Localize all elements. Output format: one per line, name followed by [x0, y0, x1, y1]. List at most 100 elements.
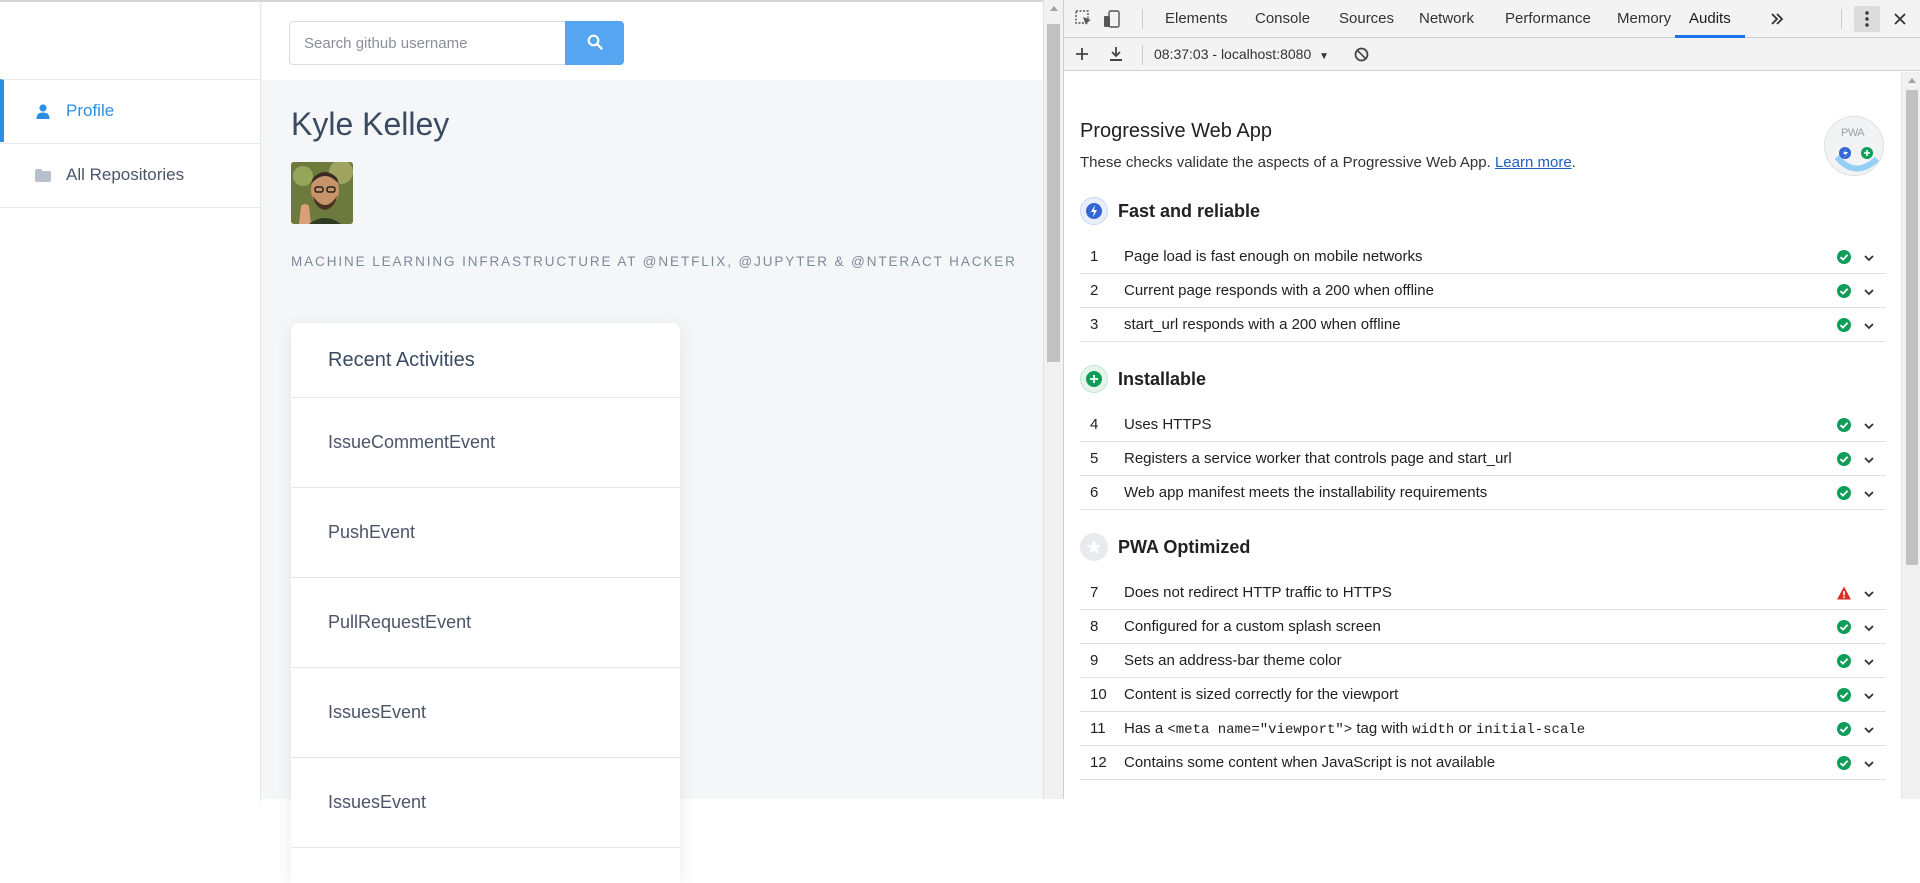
audit-label: Uses HTTPS — [1124, 416, 1212, 433]
chevron-down-icon[interactable] — [1863, 285, 1875, 297]
audit-number: 4 — [1090, 416, 1099, 433]
search-button[interactable] — [565, 21, 624, 65]
app-window: Profile All Repositories Kyle Kelley — [0, 0, 1043, 883]
chevron-down-icon[interactable] — [1863, 487, 1875, 499]
list-item[interactable]: IssueCommentEvent — [291, 398, 680, 488]
devtools-tabbar: Elements Console Sources Network Perform… — [1064, 0, 1920, 38]
sidebar-divider — [0, 207, 260, 208]
profile-name: Kyle Kelley — [291, 106, 450, 142]
report-selector[interactable]: 08:37:03 - localhost:8080 ▼ — [1154, 46, 1329, 62]
pass-check-icon — [1836, 755, 1852, 771]
chevron-down-icon[interactable] — [1863, 319, 1875, 331]
audit-row[interactable]: 12 Contains some content when JavaScript … — [1080, 746, 1886, 780]
chevron-down-icon[interactable] — [1863, 251, 1875, 263]
tab-performance[interactable]: Performance — [1505, 0, 1591, 38]
tab-console[interactable]: Console — [1255, 0, 1310, 38]
audit-row[interactable]: 8 Configured for a custom splash screen — [1080, 610, 1886, 644]
audit-row[interactable]: 9 Sets an address-bar theme color — [1080, 644, 1886, 678]
audit-label: Contains some content when JavaScript is… — [1124, 754, 1496, 771]
learn-more-link[interactable]: Learn more — [1495, 154, 1572, 171]
group-title: PWA Optimized — [1118, 536, 1251, 557]
audit-number: 9 — [1090, 652, 1099, 669]
audit-row[interactable]: 3 start_url responds with a 200 when offl… — [1080, 308, 1886, 342]
sidebar-item-all-repositories[interactable]: All Repositories — [0, 143, 260, 206]
audit-number: 8 — [1090, 618, 1099, 635]
audit-row[interactable]: 11 Has a <meta name="viewport"> tag with … — [1080, 712, 1886, 746]
sidebar-item-label: All Repositories — [66, 165, 185, 184]
close-icon[interactable] — [1890, 9, 1910, 29]
audit-label: Configured for a custom splash screen — [1124, 618, 1381, 635]
scrollbar-thumb[interactable] — [1906, 90, 1918, 565]
group-title: Installable — [1118, 368, 1207, 389]
pass-check-icon — [1836, 687, 1852, 703]
audit-label: Registers a service worker that controls… — [1124, 450, 1512, 467]
sidebar-item-label: Profile — [66, 101, 115, 120]
star-icon — [1080, 533, 1108, 561]
pass-check-icon — [1836, 619, 1852, 635]
inspect-element-icon[interactable] — [1074, 9, 1094, 29]
user-icon — [35, 103, 51, 119]
more-tabs-icon[interactable] — [1767, 9, 1787, 29]
tab-elements[interactable]: Elements — [1165, 0, 1228, 38]
plus-icon[interactable] — [1072, 44, 1092, 64]
device-toolbar-icon[interactable] — [1102, 9, 1122, 29]
audit-row[interactable]: 1 Page load is fast enough on mobile netw… — [1080, 240, 1886, 274]
report-scrollbar[interactable] — [1901, 72, 1920, 799]
chevron-down-icon[interactable] — [1863, 453, 1875, 465]
audit-number: 12 — [1090, 754, 1107, 771]
audit-label: Current page responds with a 200 when of… — [1124, 282, 1434, 299]
audit-number: 5 — [1090, 450, 1099, 467]
chevron-down-icon[interactable] — [1863, 419, 1875, 431]
group-title: Fast and reliable — [1118, 200, 1261, 221]
audit-number: 3 — [1090, 316, 1099, 333]
audit-group-fast-and-reliable: Fast and reliable 1 Page load is fast eno… — [1080, 196, 1886, 342]
dropdown-arrow-icon: ▼ — [1319, 51, 1330, 62]
audit-row[interactable]: 7 Does not redirect HTTP traffic to HTTPS — [1080, 576, 1886, 610]
description-text: These checks validate the aspects of a P… — [1080, 154, 1491, 171]
audit-row[interactable]: 6 Web app manifest meets the installabili… — [1080, 476, 1886, 510]
tab-memory[interactable]: Memory — [1617, 0, 1671, 38]
clear-icon[interactable] — [1351, 44, 1371, 64]
sidebar-item-profile[interactable]: Profile — [0, 79, 260, 142]
search-input[interactable] — [289, 21, 567, 65]
chevron-down-icon[interactable] — [1863, 689, 1875, 701]
audit-label-text: or — [1454, 719, 1476, 737]
kebab-menu-icon[interactable] — [1854, 6, 1880, 32]
audit-label: Web app manifest meets the installabilit… — [1124, 484, 1488, 501]
chevron-down-icon[interactable] — [1863, 621, 1875, 633]
folder-icon — [35, 167, 51, 183]
audit-label: Content is sized correctly for the viewp… — [1124, 686, 1399, 703]
tab-audits[interactable]: Audits — [1675, 0, 1745, 38]
scroll-up-arrow-icon[interactable] — [1050, 6, 1058, 11]
audit-row[interactable]: 5 Registers a service worker that control… — [1080, 442, 1886, 476]
pass-check-icon — [1836, 653, 1852, 669]
list-item[interactable]: PullRequestEvent — [291, 578, 680, 668]
tab-sources[interactable]: Sources — [1339, 0, 1394, 38]
profile-bio: MACHINE LEARNING INFRASTRUCTURE AT @NETF… — [291, 254, 1017, 269]
chevron-down-icon[interactable] — [1863, 587, 1875, 599]
audit-row[interactable]: 10 Content is sized correctly for the vie… — [1080, 678, 1886, 712]
pass-check-icon — [1836, 249, 1852, 265]
list-item[interactable]: PushEvent — [291, 488, 680, 578]
audit-row[interactable]: 2 Current page responds with a 200 when o… — [1080, 274, 1886, 308]
audit-row[interactable]: 4 Uses HTTPS — [1080, 408, 1886, 442]
pass-check-icon — [1836, 417, 1852, 433]
audit-label: Does not redirect HTTP traffic to HTTPS — [1124, 584, 1392, 601]
card-title: Recent Activities — [291, 323, 680, 398]
audit-label-text: Has a — [1124, 719, 1168, 737]
chevron-down-icon[interactable] — [1863, 757, 1875, 769]
list-item[interactable]: IssuesEvent — [291, 758, 680, 848]
list-item[interactable]: IssuesEvent — [291, 668, 680, 758]
chevron-down-icon[interactable] — [1863, 723, 1875, 735]
page-scrollbar[interactable] — [1043, 0, 1063, 799]
scrollbar-thumb[interactable] — [1047, 24, 1060, 362]
tab-network[interactable]: Network — [1419, 0, 1474, 38]
audit-number: 7 — [1090, 584, 1099, 601]
chevron-down-icon[interactable] — [1863, 655, 1875, 667]
audit-label: Sets an address-bar theme color — [1124, 652, 1342, 669]
pass-check-icon — [1836, 283, 1852, 299]
audit-number: 11 — [1090, 720, 1106, 737]
download-icon[interactable] — [1106, 44, 1126, 64]
scroll-up-arrow-icon[interactable] — [1908, 78, 1916, 83]
audit-label-code: initial-scale — [1475, 721, 1586, 738]
